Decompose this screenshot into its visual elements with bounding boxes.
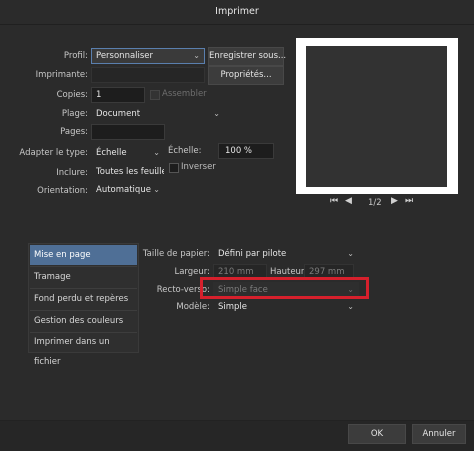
next-page-icon[interactable]: ▶	[391, 196, 398, 206]
assembler-label: Assembler	[162, 89, 207, 99]
window-title: Imprimer	[215, 6, 259, 17]
sidebar-item-gestion-couleurs[interactable]: Gestion des couleurs	[30, 311, 137, 331]
properties-button[interactable]: Propriétés...	[208, 66, 284, 85]
pages-field[interactable]	[91, 124, 165, 140]
copies-label: Copies:	[56, 90, 88, 100]
taille-label: Taille de papier:	[142, 249, 210, 259]
pages-label: Pages:	[60, 127, 88, 137]
profil-label: Profil:	[63, 51, 88, 61]
echelle-field[interactable]: 100 %	[218, 143, 274, 159]
orientation-label: Orientation:	[37, 186, 88, 196]
plage-select[interactable]: Document ⌄	[91, 106, 225, 122]
adapter-value: Échelle	[96, 148, 127, 158]
sidebar-item-imprimer-fichier[interactable]: Imprimer dans un fichier	[30, 332, 137, 367]
section-sidebar: Mise en page Tramage Fond perdu et repèr…	[28, 243, 139, 367]
save-as-button[interactable]: Enregistrer sous...	[208, 47, 286, 66]
chevron-down-icon: ⌄	[153, 185, 160, 194]
chevron-down-icon: ⌄	[193, 51, 200, 60]
sidebar-item-fond-perdu[interactable]: Fond perdu et repères	[30, 289, 137, 309]
chevron-down-icon: ⌄	[153, 167, 160, 176]
cancel-button[interactable]: Annuler	[412, 424, 466, 444]
page-indicator: 1/2	[368, 198, 382, 208]
inverser-checkbox[interactable]	[169, 163, 179, 173]
modele-value: Simple	[218, 302, 248, 312]
prev-page-icon[interactable]: ◀	[345, 196, 352, 206]
taille-select[interactable]: Défini par pilote ⌄	[213, 246, 359, 262]
sidebar-item-mise-en-page[interactable]: Mise en page	[30, 245, 137, 265]
adapter-select[interactable]: Échelle ⌄	[91, 145, 165, 161]
modele-select[interactable]: Simple ⌄	[213, 299, 359, 315]
taille-value: Défini par pilote	[218, 249, 287, 259]
assembler-checkbox[interactable]	[150, 90, 160, 100]
modele-label: Modèle:	[176, 302, 210, 312]
chevron-down-icon: ⌄	[153, 148, 160, 157]
chevron-down-icon: ⌄	[347, 302, 354, 311]
largeur-label: Largeur:	[174, 267, 210, 277]
plage-value: Document	[96, 109, 141, 119]
copies-field[interactable]: 1	[91, 87, 145, 103]
profil-select[interactable]: Personnaliser ⌄	[91, 48, 205, 64]
sidebar-item-tramage[interactable]: Tramage	[30, 267, 137, 287]
orientation-select[interactable]: Automatique ⌄	[91, 182, 165, 198]
profil-value: Personnaliser	[96, 51, 154, 61]
ok-button[interactable]: OK	[348, 424, 406, 444]
highlight-box	[200, 277, 369, 299]
imprimante-field[interactable]	[91, 67, 205, 83]
chevron-down-icon: ⌄	[347, 249, 354, 258]
first-page-icon[interactable]: ⏮	[330, 196, 338, 206]
imprimante-label: Imprimante:	[35, 70, 88, 80]
preview-page	[306, 46, 447, 187]
echelle-label: Échelle:	[168, 146, 202, 156]
hauteur-label: Hauteur:	[270, 267, 308, 277]
inverser-label: Inverser	[181, 162, 216, 172]
inclure-select[interactable]: Toutes les feuilles ⌄	[91, 164, 165, 180]
last-page-icon[interactable]: ⏭	[405, 196, 413, 206]
plage-label: Plage:	[61, 109, 88, 119]
orientation-value: Automatique	[96, 185, 151, 195]
inclure-label: Inclure:	[56, 168, 88, 178]
adapter-label: Adapter le type:	[19, 148, 88, 158]
chevron-down-icon: ⌄	[213, 109, 220, 118]
